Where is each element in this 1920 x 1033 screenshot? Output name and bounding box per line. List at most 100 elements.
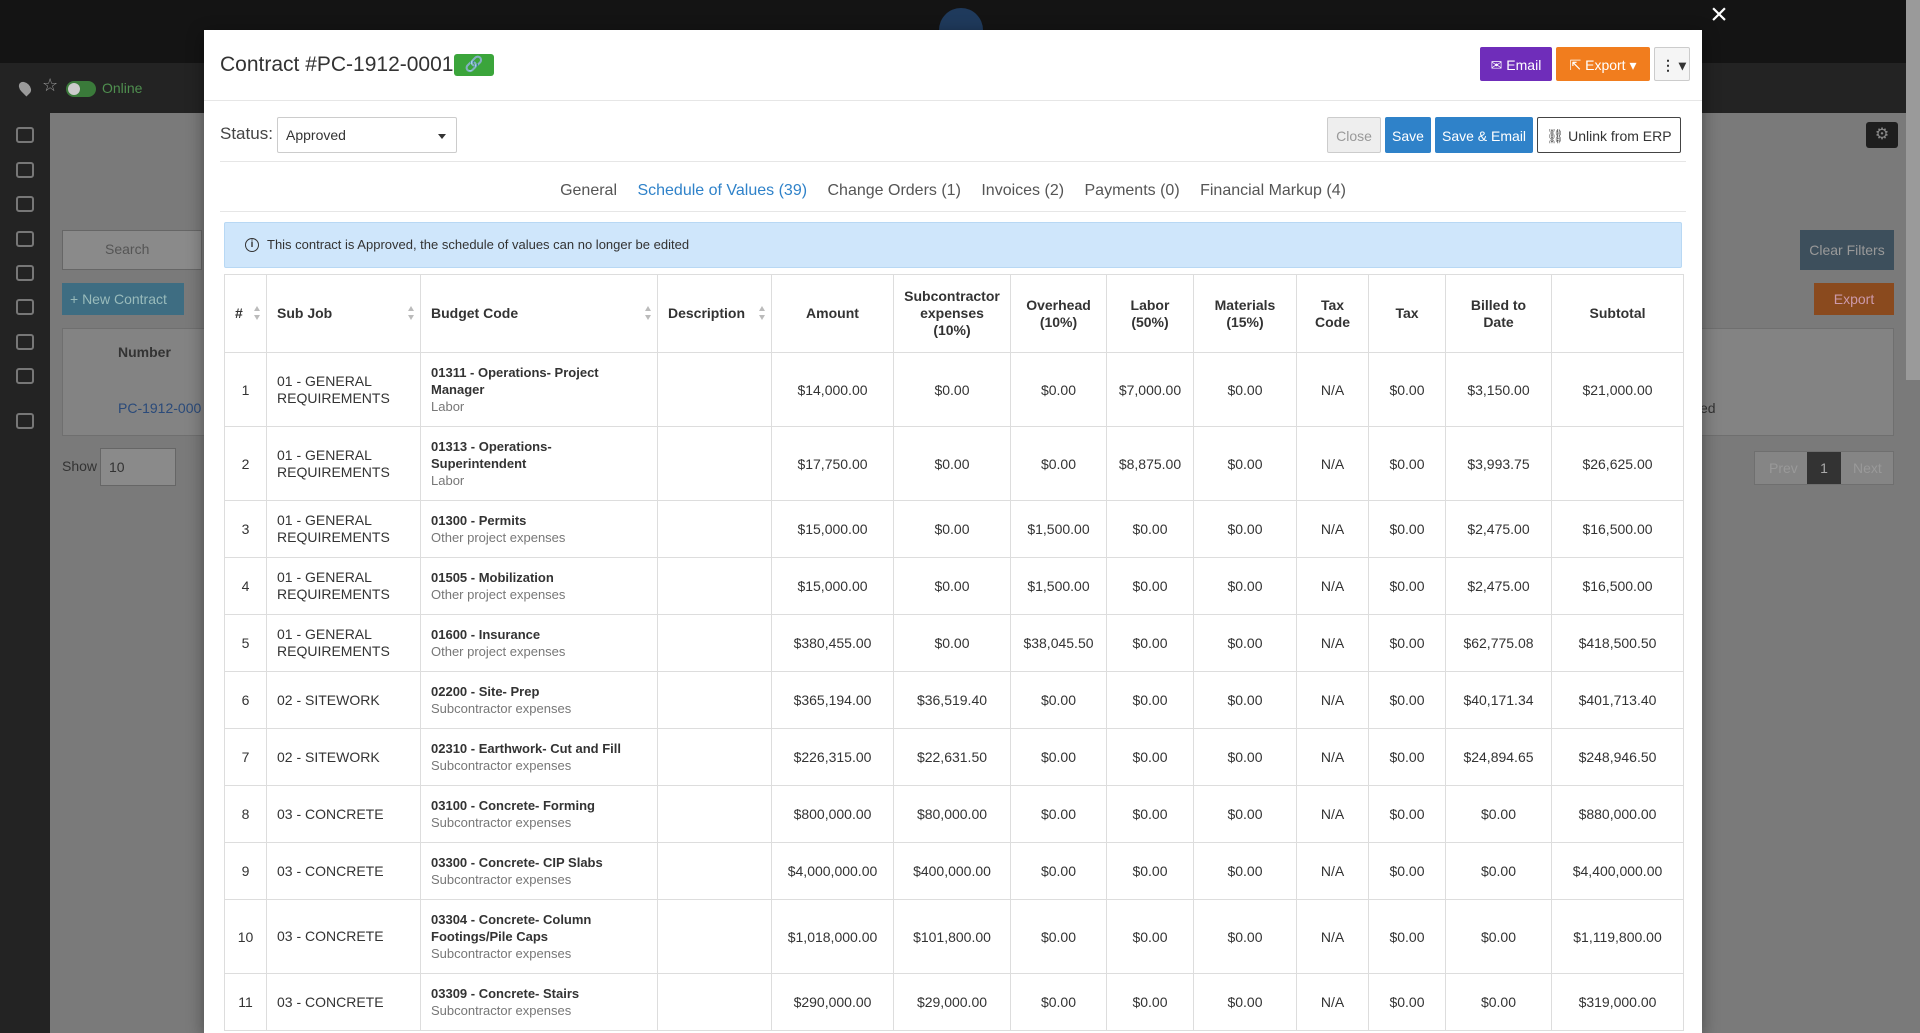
cell-amount: $226,315.00 (771, 728, 894, 786)
cell-sub-job: 03 - CONCRETE (266, 842, 421, 900)
cell-billed-to-date: $3,993.75 (1445, 426, 1552, 501)
cell-materials: $0.00 (1193, 614, 1297, 672)
cell-budget-code: 03304 - Concrete- Column Footings/Pile Ca… (420, 899, 658, 974)
cell-subcontractor: $101,800.00 (893, 899, 1011, 974)
close-modal-icon[interactable]: × (1706, 0, 1732, 30)
cell-labor: $0.00 (1106, 557, 1194, 615)
contacts-icon[interactable] (16, 265, 34, 281)
budget-code-name: Manager (431, 382, 485, 397)
settings-icon[interactable] (16, 368, 34, 384)
cell-subtotal: $21,000.00 (1551, 352, 1684, 427)
online-toggle[interactable] (66, 81, 96, 97)
page-size-select[interactable]: 10 (100, 448, 176, 486)
col-header-number[interactable]: # (224, 274, 267, 353)
mail-icon[interactable] (16, 162, 34, 178)
budget-code-name: 03100 - Concrete- Forming (431, 798, 595, 813)
cell-billed-to-date: $0.00 (1445, 973, 1552, 1031)
cell-materials: $0.00 (1193, 842, 1297, 900)
header-label: Code (1315, 313, 1350, 330)
next-page-button[interactable]: Next (1853, 460, 1882, 476)
table-row[interactable]: 8 03 - CONCRETE 03100 - Concrete- Formin… (224, 785, 1684, 843)
tab-general[interactable]: General (560, 182, 617, 200)
table-row[interactable]: 7 02 - SITEWORK 02310 - Earthwork- Cut a… (224, 728, 1684, 786)
cell-description (657, 728, 772, 786)
location-pin-icon[interactable] (16, 79, 34, 97)
alert-text: This contract is Approved, the schedule … (267, 237, 690, 252)
cell-tax: $0.00 (1368, 614, 1446, 672)
prev-page-button[interactable]: Prev (1769, 460, 1798, 476)
cell-amount: $15,000.00 (771, 557, 894, 615)
background-export-button[interactable]: Export (1814, 283, 1894, 315)
cell-materials: $0.00 (1193, 785, 1297, 843)
sub-job-line: 02 - SITEWORK (277, 691, 380, 708)
header-label: Sub Job (277, 305, 333, 321)
hammer-icon[interactable] (16, 127, 34, 143)
table-header-row: # Sub Job Budget Code Description Amount… (224, 274, 1684, 353)
page-settings-icon[interactable]: ⚙ (1866, 122, 1898, 148)
contract-link[interactable]: PC-1912-000 (118, 400, 201, 416)
cell-tax-code: N/A (1296, 352, 1369, 427)
sub-job-line: 03 - CONCRETE (277, 928, 384, 944)
cell-amount: $800,000.00 (771, 785, 894, 843)
export-button[interactable]: ⇱ Export ▾ (1556, 47, 1650, 81)
tab-invoices[interactable]: Invoices (2) (981, 182, 1064, 200)
cell-subtotal: $16,500.00 (1551, 557, 1684, 615)
clear-filters-button[interactable]: Clear Filters (1800, 230, 1894, 270)
cell-tax-code: N/A (1296, 500, 1369, 558)
more-options-button[interactable]: ⋮ ▾ (1654, 47, 1690, 81)
table-row[interactable]: 10 03 - CONCRETE 03304 - Concrete- Colum… (224, 899, 1684, 974)
save-email-button[interactable]: Save & Email (1435, 117, 1533, 153)
logout-icon[interactable] (16, 413, 34, 429)
export-icon: ⇱ (1569, 57, 1586, 73)
sort-icon (254, 306, 260, 320)
budget-code-type: Labor (431, 473, 465, 488)
background-search-input[interactable]: Search (62, 230, 202, 270)
tab-financial-markup[interactable]: Financial Markup (4) (1200, 182, 1346, 200)
table-row[interactable]: 1 01 - GENERAL REQUIREMENTS 01311 - Opera… (224, 352, 1684, 427)
chart-icon[interactable] (16, 334, 34, 350)
sub-job-line: 01 - GENERAL (277, 569, 372, 585)
cell-budget-code: 01313 - Operations- Superintendent Labor (420, 426, 658, 501)
col-header-description[interactable]: Description (657, 274, 772, 353)
close-button[interactable]: Close (1327, 117, 1381, 153)
modal-header: Contract #PC-1912-0001 🔗 ✉ Email ⇱ Expor… (204, 30, 1702, 101)
save-button[interactable]: Save (1385, 117, 1431, 153)
checklist-icon[interactable] (16, 299, 34, 315)
calendar-icon[interactable] (16, 231, 34, 247)
caret-down-icon: ▾ (1625, 57, 1637, 73)
tab-payments[interactable]: Payments (0) (1085, 182, 1180, 200)
table-row[interactable]: 5 01 - GENERAL REQUIREMENTS 01600 - Insur… (224, 614, 1684, 672)
col-header-sub-job[interactable]: Sub Job (266, 274, 421, 353)
table-row[interactable]: 6 02 - SITEWORK 02200 - Site- Prep Subcon… (224, 671, 1684, 729)
cell-sub-job: 02 - SITEWORK (266, 728, 421, 786)
header-label: expenses (920, 305, 984, 321)
sub-job-line: REQUIREMENTS (277, 586, 390, 602)
page-scrollbar[interactable] (1906, 0, 1920, 380)
current-page-button[interactable]: 1 (1807, 452, 1841, 484)
unlink-erp-button[interactable]: ⛓ Unlink from ERP (1537, 117, 1681, 153)
table-row[interactable]: 2 01 - GENERAL REQUIREMENTS 01313 - Opera… (224, 426, 1684, 501)
budget-code-name: Superintendent (431, 456, 527, 471)
header-label: # (235, 305, 243, 321)
budget-code-name: 01311 - Operations- Project (431, 365, 599, 380)
number-column-header[interactable]: Number (118, 344, 171, 360)
email-button[interactable]: ✉ Email (1480, 47, 1552, 81)
col-header-budget-code[interactable]: Budget Code (420, 274, 658, 353)
cell-overhead: $1,500.00 (1010, 557, 1107, 615)
table-row[interactable]: 3 01 - GENERAL REQUIREMENTS 01300 - Permi… (224, 500, 1684, 558)
tab-change-orders[interactable]: Change Orders (1) (828, 182, 961, 200)
star-icon[interactable]: ☆ (42, 75, 58, 96)
status-select[interactable]: Approved (277, 117, 457, 153)
users-icon[interactable] (16, 196, 34, 212)
cell-labor: $0.00 (1106, 671, 1194, 729)
tab-schedule-of-values[interactable]: Schedule of Values (39) (637, 182, 807, 200)
cell-number: 8 (224, 785, 267, 843)
table-row[interactable]: 4 01 - GENERAL REQUIREMENTS 01505 - Mobil… (224, 557, 1684, 615)
table-row[interactable]: 9 03 - CONCRETE 03300 - Concrete- CIP Sl… (224, 842, 1684, 900)
cell-materials: $0.00 (1193, 671, 1297, 729)
cell-subtotal: $418,500.50 (1551, 614, 1684, 672)
new-contract-button[interactable]: + New Contract (62, 283, 184, 315)
cell-subcontractor: $0.00 (893, 557, 1011, 615)
cell-subcontractor: $0.00 (893, 426, 1011, 501)
table-row[interactable]: 11 03 - CONCRETE 03309 - Concrete- Stair… (224, 973, 1684, 1031)
